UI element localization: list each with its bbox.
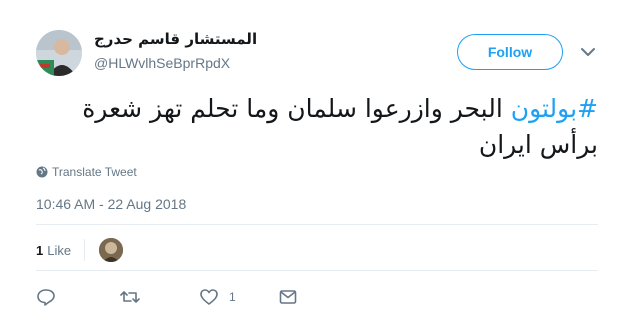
author-avatar[interactable]	[36, 30, 82, 76]
follow-button[interactable]: Follow	[457, 34, 563, 70]
more-options-caret[interactable]	[578, 44, 598, 60]
likes-label[interactable]: Like	[47, 243, 71, 258]
retweet-icon	[120, 291, 140, 303]
likes-count[interactable]: 1	[36, 243, 43, 258]
chevron-down-icon	[581, 48, 595, 56]
author-display-name[interactable]: المستشار قاسم حدرج	[94, 30, 257, 48]
envelope-icon	[279, 290, 297, 304]
likes-separator	[84, 239, 86, 261]
author-names: المستشار قاسم حدرج @HLWvlhSeBprRpdX	[94, 30, 257, 71]
reply-icon	[37, 289, 55, 306]
globe-icon	[36, 166, 48, 178]
likes-row: 1 Like	[36, 238, 124, 262]
tweet-timestamp[interactable]: 10:46 AM - 22 Aug 2018	[36, 196, 186, 212]
avatar-image	[36, 30, 82, 76]
divider-bottom	[36, 270, 598, 271]
author-handle[interactable]: @HLWvlhSeBprRpdX	[94, 55, 257, 71]
tweet-text: #بولتون البحر وازرعوا سلمان وما تحلم تهز…	[36, 91, 598, 163]
liker-avatar[interactable]	[99, 238, 124, 262]
tweet-header: المستشار قاسم حدرج @HLWvlhSeBprRpdX Foll…	[0, 0, 633, 88]
translate-label: Translate Tweet	[52, 165, 137, 179]
like-button[interactable]: 1	[199, 287, 236, 307]
hashtag-link[interactable]: #بولتون	[511, 94, 598, 123]
liker-avatar-image	[99, 238, 124, 262]
translate-tweet-link[interactable]: Translate Tweet	[36, 165, 137, 179]
heart-icon	[200, 289, 218, 305]
divider-top	[36, 224, 598, 225]
direct-message-button[interactable]	[278, 287, 298, 307]
retweet-button[interactable]	[119, 287, 141, 307]
reply-button[interactable]	[36, 287, 56, 307]
like-count: 1	[229, 290, 236, 304]
